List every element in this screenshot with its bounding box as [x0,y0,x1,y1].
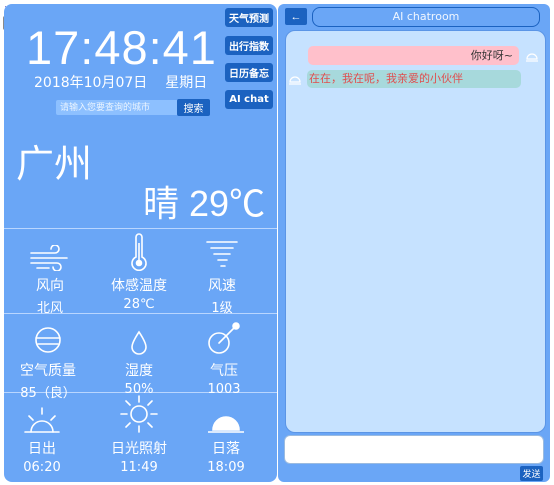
message-text: 你好呀~ [470,49,513,62]
metric-label: 空气质量 [20,363,76,379]
chat-title: AI chatroom [312,7,540,27]
ai-chat-button[interactable]: AI chat [225,90,273,109]
metric-label: 日光照射 [111,441,167,457]
metric-feels-like: 体感温度 28℃ [101,231,177,312]
back-button[interactable]: ← [285,8,307,25]
sun-icon [101,394,177,434]
weather-condition: 晴 29℃ [143,175,265,227]
metric-value: 北风 [36,301,63,316]
metric-wind-direction: 风向 北风 [12,231,88,316]
air-quality-icon [10,316,86,356]
metric-sunlight: 日光照射 11:49 [101,394,177,475]
sunrise-icon [4,394,80,434]
chat-messages-area [285,30,546,433]
message-text: 在在，我在呢，我亲爱的小伙伴 [309,72,463,85]
date-text: 2018年10月07日 [34,75,148,91]
metric-label: 风速 [208,278,236,294]
condition-text: 晴 [143,183,180,224]
temperature-text: 29℃ [189,183,266,224]
clock-time: 17:48:41 [26,21,217,74]
weekday-text: 星期日 [165,75,208,91]
travel-index-button[interactable]: 出行指数 [225,36,273,55]
metric-value: 18:09 [207,460,245,475]
metric-value: 06:20 [23,460,61,475]
search-button[interactable]: 搜索 [177,99,210,116]
city-search-input[interactable] [56,100,182,115]
metric-humidity: 湿度 50% [101,316,177,397]
metric-air-quality: 空气质量 85（良） [10,316,86,401]
pressure-gauge-icon [186,316,262,356]
divider [4,228,277,229]
sunset-icon [188,394,264,434]
date-display: 2018年10月07日 星期日 [34,72,207,92]
tornado-icon [184,231,260,271]
metric-label: 风向 [36,278,64,294]
user-message-bubble: 你好呀~ [308,46,519,65]
bot-avatar-icon [288,70,302,89]
city-name: 广州 [16,142,93,186]
metric-sunrise: 日出 06:20 [4,394,80,475]
user-avatar-icon [525,47,539,66]
metric-wind-speed: 风速 1级 [184,231,260,316]
forecast-button[interactable]: 天气预测 [225,8,273,27]
metric-sunset: 日落 18:09 [188,394,264,475]
send-button[interactable]: 发送 [520,466,543,481]
metric-pressure: 气压 1003 [186,316,262,397]
calendar-memo-button[interactable]: 日历备忘 [225,63,273,82]
chat-message-input[interactable] [284,435,544,464]
metric-value: 28℃ [123,297,155,312]
thermometer-icon [101,231,177,271]
metric-value: 11:49 [120,460,158,475]
metric-label: 体感温度 [111,278,167,294]
metric-label: 日出 [28,441,56,457]
humidity-drop-icon [101,316,177,356]
wind-icon [12,231,88,271]
metric-label: 日落 [212,441,240,457]
metric-label: 气压 [210,363,238,379]
metric-value: 1级 [211,301,233,316]
metric-label: 湿度 [125,363,153,379]
bot-message-bubble: 在在，我在呢，我亲爱的小伙伴 [307,70,521,88]
